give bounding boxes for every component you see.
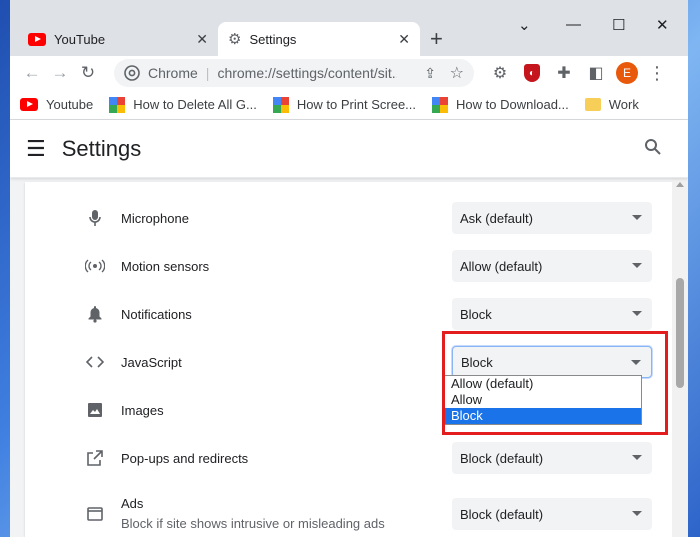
bookmark-label: Youtube [46, 97, 94, 112]
select-value: Block (default) [460, 450, 544, 466]
setting-row-ads: Ads Block if site shows intrusive or mis… [25, 486, 675, 537]
bookmark-label: How to Delete All G... [133, 97, 257, 112]
select-value: Block [461, 354, 493, 370]
caret-down-icon [632, 311, 642, 316]
dropdown-option[interactable]: Allow [443, 392, 641, 408]
javascript-select[interactable]: Block [452, 346, 652, 378]
tab-title: YouTube [54, 31, 106, 47]
select-value: Allow (default) [460, 258, 543, 274]
tab-title: Settings [249, 31, 297, 47]
setting-label: Ads [121, 496, 144, 511]
setting-row-microphone: Microphone Ask (default) [25, 194, 675, 242]
youtube-icon [28, 32, 46, 46]
close-tab-icon[interactable]: ✕ [398, 31, 410, 48]
puzzle-extensions-icon[interactable]: ✚ [548, 63, 580, 83]
ublock-extension-icon[interactable]: ◐ [516, 64, 548, 82]
setting-label: JavaScript [121, 355, 182, 370]
bookmark-youtube[interactable]: Youtube [20, 97, 93, 112]
google-icon [272, 96, 289, 113]
scroll-thumb[interactable] [676, 278, 684, 388]
caret-down-icon [631, 360, 641, 365]
image-icon [83, 398, 107, 422]
open-in-new-icon [83, 446, 107, 470]
star-icon[interactable]: ☆ [450, 63, 464, 83]
page-title: Settings [61, 135, 142, 161]
caret-down-icon [632, 455, 642, 460]
bookmark-label: How to Download... [456, 97, 569, 112]
caret-down-icon [632, 511, 642, 516]
select-value: Block [460, 306, 492, 322]
menu-kebab-icon[interactable]: ⋮ [648, 63, 666, 84]
address-bar[interactable]: Chrome | chrome://settings/content/sit..… [114, 59, 474, 87]
setting-row-notifications: Notifications Block [25, 290, 675, 338]
popups-select[interactable]: Block (default) [452, 442, 652, 474]
avatar[interactable]: E [616, 62, 638, 84]
bookmark-label: How to Print Scree... [296, 97, 417, 112]
forward-button[interactable]: → [46, 63, 74, 83]
bookmark-item[interactable]: How to Download... [432, 96, 569, 113]
close-tab-icon[interactable]: ✕ [196, 31, 208, 48]
motion-sensors-select[interactable]: Allow (default) [452, 250, 652, 282]
gear-extension-icon[interactable]: ⚙ [484, 63, 516, 83]
setting-row-motion-sensors: Motion sensors Allow (default) [25, 242, 675, 290]
google-icon [109, 96, 126, 113]
setting-label: Pop-ups and redirects [121, 451, 249, 466]
microphone-icon [83, 206, 107, 230]
select-value: Ask (default) [460, 210, 533, 226]
bookmark-item[interactable]: How to Print Scree... [272, 96, 417, 113]
settings-content: Microphone Ask (default) Motion sensors … [10, 178, 675, 537]
caret-down-icon [632, 263, 642, 268]
dropdown-option[interactable]: Allow (default) [443, 376, 641, 392]
select-value: Block (default) [460, 506, 544, 522]
caret-down-icon [632, 215, 642, 220]
ads-select[interactable]: Block (default) [452, 498, 652, 530]
dropdown-option-selected[interactable]: Block [443, 408, 641, 424]
youtube-icon [20, 98, 38, 111]
chrome-icon [124, 65, 140, 81]
share-icon[interactable]: ⇪ [424, 65, 436, 82]
tab-strip: YouTube ✕ ⚙ Settings ✕ + ⌄ — ☐ ✕ [10, 0, 688, 56]
search-icon[interactable] [644, 138, 662, 156]
google-icon [432, 96, 449, 113]
motion-sensors-icon [83, 254, 107, 278]
setting-label: Microphone [121, 211, 189, 226]
setting-sublabel: Block if site shows intrusive or mislead… [121, 516, 385, 531]
omnibox-chrome-label: Chrome [148, 65, 198, 81]
omnibox-separator: | [205, 65, 210, 81]
site-settings-card: Microphone Ask (default) Motion sensors … [25, 182, 675, 537]
tab-search-chevron-icon[interactable]: ⌄ [518, 16, 531, 34]
notifications-select[interactable]: Block [452, 298, 652, 330]
ads-icon [83, 502, 107, 526]
minimize-button[interactable]: — [566, 16, 581, 33]
setting-label: Motion sensors [121, 259, 210, 274]
bookmark-label: Work [608, 97, 639, 112]
bell-icon [83, 302, 107, 326]
bookmark-folder-work[interactable]: Work [584, 97, 639, 112]
reload-button[interactable]: ↻ [74, 63, 102, 83]
tab-youtube[interactable]: YouTube ✕ [18, 22, 218, 56]
folder-icon [584, 98, 601, 111]
setting-label: Images [121, 403, 164, 418]
tab-settings[interactable]: ⚙ Settings ✕ [218, 22, 420, 56]
close-window-button[interactable]: ✕ [656, 16, 669, 34]
code-icon [83, 350, 107, 374]
new-tab-button[interactable]: + [430, 26, 443, 52]
microphone-select[interactable]: Ask (default) [452, 202, 652, 234]
url-text[interactable]: chrome://settings/content/sit... [217, 65, 397, 81]
side-panel-icon[interactable]: ◧ [580, 63, 612, 83]
settings-header: ☰ Settings [10, 120, 688, 178]
javascript-dropdown-list: Allow (default) Allow Block [442, 375, 642, 425]
back-button[interactable]: ← [18, 63, 46, 83]
scroll-up-arrow-icon[interactable] [676, 182, 684, 187]
bookmark-item[interactable]: How to Delete All G... [109, 96, 257, 113]
browser-window: YouTube ✕ ⚙ Settings ✕ + ⌄ — ☐ ✕ ← → ↻ C… [10, 0, 688, 537]
setting-row-popups: Pop-ups and redirects Block (default) [25, 434, 675, 482]
hamburger-menu-icon[interactable]: ☰ [26, 136, 46, 162]
bookmarks-bar: Youtube How to Delete All G... How to Pr… [10, 90, 688, 120]
toolbar: ← → ↻ Chrome | chrome://settings/content… [10, 56, 688, 90]
scrollbar[interactable] [672, 178, 688, 537]
maximize-button[interactable]: ☐ [612, 16, 625, 34]
gear-icon: ⚙ [228, 31, 242, 48]
setting-label: Notifications [121, 307, 192, 322]
